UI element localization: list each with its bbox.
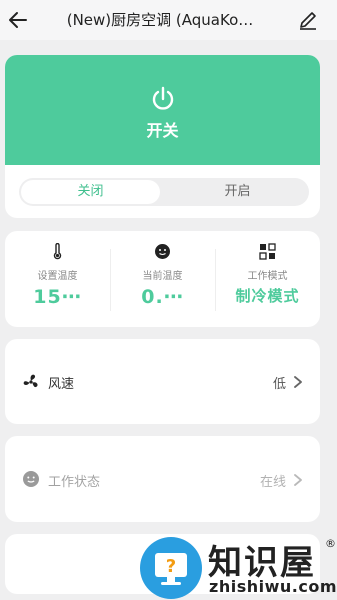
face-icon [155,244,170,259]
fan-speed-row[interactable]: 风速 低 [5,339,320,424]
status-stats-card: 设置温度 15⋯ 当前温度 0.⋯ 工作模式 制冷模式 [5,231,320,327]
fan-speed-label: 风速 [48,377,75,392]
chevron-right-icon [294,376,302,388]
back-arrow-icon[interactable] [7,9,29,31]
power-card: 开关 关闭 开启 [5,55,320,218]
power-icon[interactable] [149,85,177,113]
chevron-right-icon [294,474,302,486]
stat-label: 当前温度 [142,271,183,282]
work-mode-stat[interactable]: 工作模式 制冷模式 [215,231,320,327]
stat-label: 工作模式 [247,271,288,282]
stat-value: 0.⋯ [141,286,184,308]
fan-speed-value: 低 [272,377,286,392]
work-status-row[interactable]: 工作状态 在线 [5,436,320,522]
watermark-url: zhishiwu.com [209,577,337,596]
fan-icon [23,374,38,388]
watermark-logo: ? 知识屋 ® zhishiwu.com [135,533,337,600]
power-label: 开关 [146,121,179,140]
page-title: (New)厨房空调 (AquaKo… [66,11,254,29]
stat-label: 设置温度 [37,271,78,282]
watermark-circle: ? [140,537,202,599]
watermark-glyph: ? [166,556,176,577]
monitor-question-icon: ? [155,553,187,585]
power-off-option[interactable]: 关闭 [21,180,160,204]
power-segmented-control: 关闭 开启 [19,178,309,206]
stat-value: 制冷模式 [235,287,300,305]
work-status-label: 工作状态 [48,475,101,490]
top-bar: (New)厨房空调 (AquaKo… [0,0,337,40]
set-temperature-stat[interactable]: 设置温度 15⋯ [5,231,110,327]
current-temperature-stat[interactable]: 当前温度 0.⋯ [110,231,215,327]
power-on-option[interactable]: 开启 [168,180,307,204]
work-status-value: 在线 [259,475,286,490]
pencil-icon[interactable] [298,10,318,30]
thermometer-icon [53,243,62,260]
grid-mode-icon [259,243,276,260]
power-panel[interactable]: 开关 [5,55,320,165]
watermark-registered: ® [325,537,336,550]
face-icon [23,471,39,487]
stat-value: 15⋯ [33,286,82,308]
